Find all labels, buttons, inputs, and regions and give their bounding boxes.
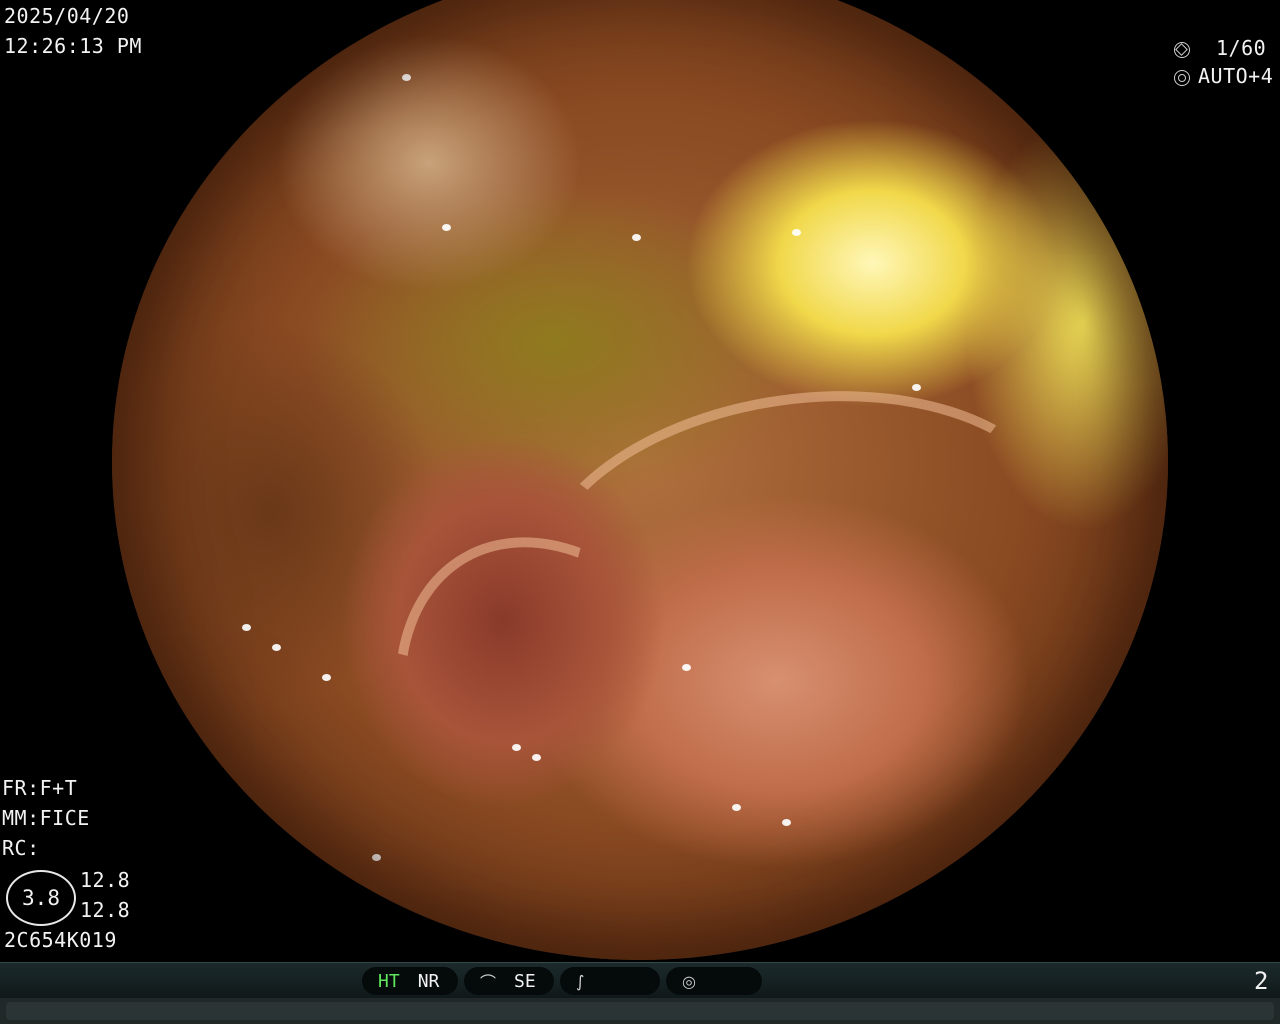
shutter-readout: 1/60 <box>1174 36 1266 60</box>
structure-pill: ⌒ SE <box>464 967 554 995</box>
se-indicator: SE <box>514 970 536 992</box>
fr-setting: FR:F+T <box>2 776 78 800</box>
structure-icon: ⌒ <box>480 973 497 992</box>
iris-readout: AUTO+4 <box>1174 64 1273 88</box>
iris-icon <box>1174 69 1190 86</box>
date-label: 2025/04/20 <box>4 4 130 28</box>
zoom-badge: 3.8 <box>6 870 76 926</box>
mm-setting: MM:FICE <box>2 806 90 830</box>
zoom-line-1: 12.8 <box>80 868 131 892</box>
bottom-strip <box>0 998 1280 1024</box>
ht-indicator: HT <box>378 970 400 992</box>
nr-indicator: NR <box>417 970 440 992</box>
iris-value: AUTO+4 <box>1198 64 1274 88</box>
zoom-line-2: 12.8 <box>80 898 131 922</box>
time-label: 12:26:13 PM <box>4 34 142 58</box>
curve-icon: ∫ <box>576 971 585 991</box>
scope-id: 2C654K019 <box>4 928 117 952</box>
enhancement-pill: HT NR <box>362 967 458 995</box>
endoscopy-view <box>112 0 1168 960</box>
shutter-icon <box>1174 41 1190 58</box>
function-pill: ∫ <box>560 967 660 995</box>
zoom-value: 3.8 <box>22 886 60 910</box>
status-bar: HT NR ⌒ SE ∫ ◎ 2 <box>0 962 1280 999</box>
image-count: 2 <box>1254 967 1269 995</box>
rc-setting: RC: <box>2 836 40 860</box>
mode-pill: ◎ <box>666 967 762 995</box>
shutter-value: 1/60 <box>1216 36 1267 60</box>
mode-icon: ◎ <box>682 971 696 991</box>
